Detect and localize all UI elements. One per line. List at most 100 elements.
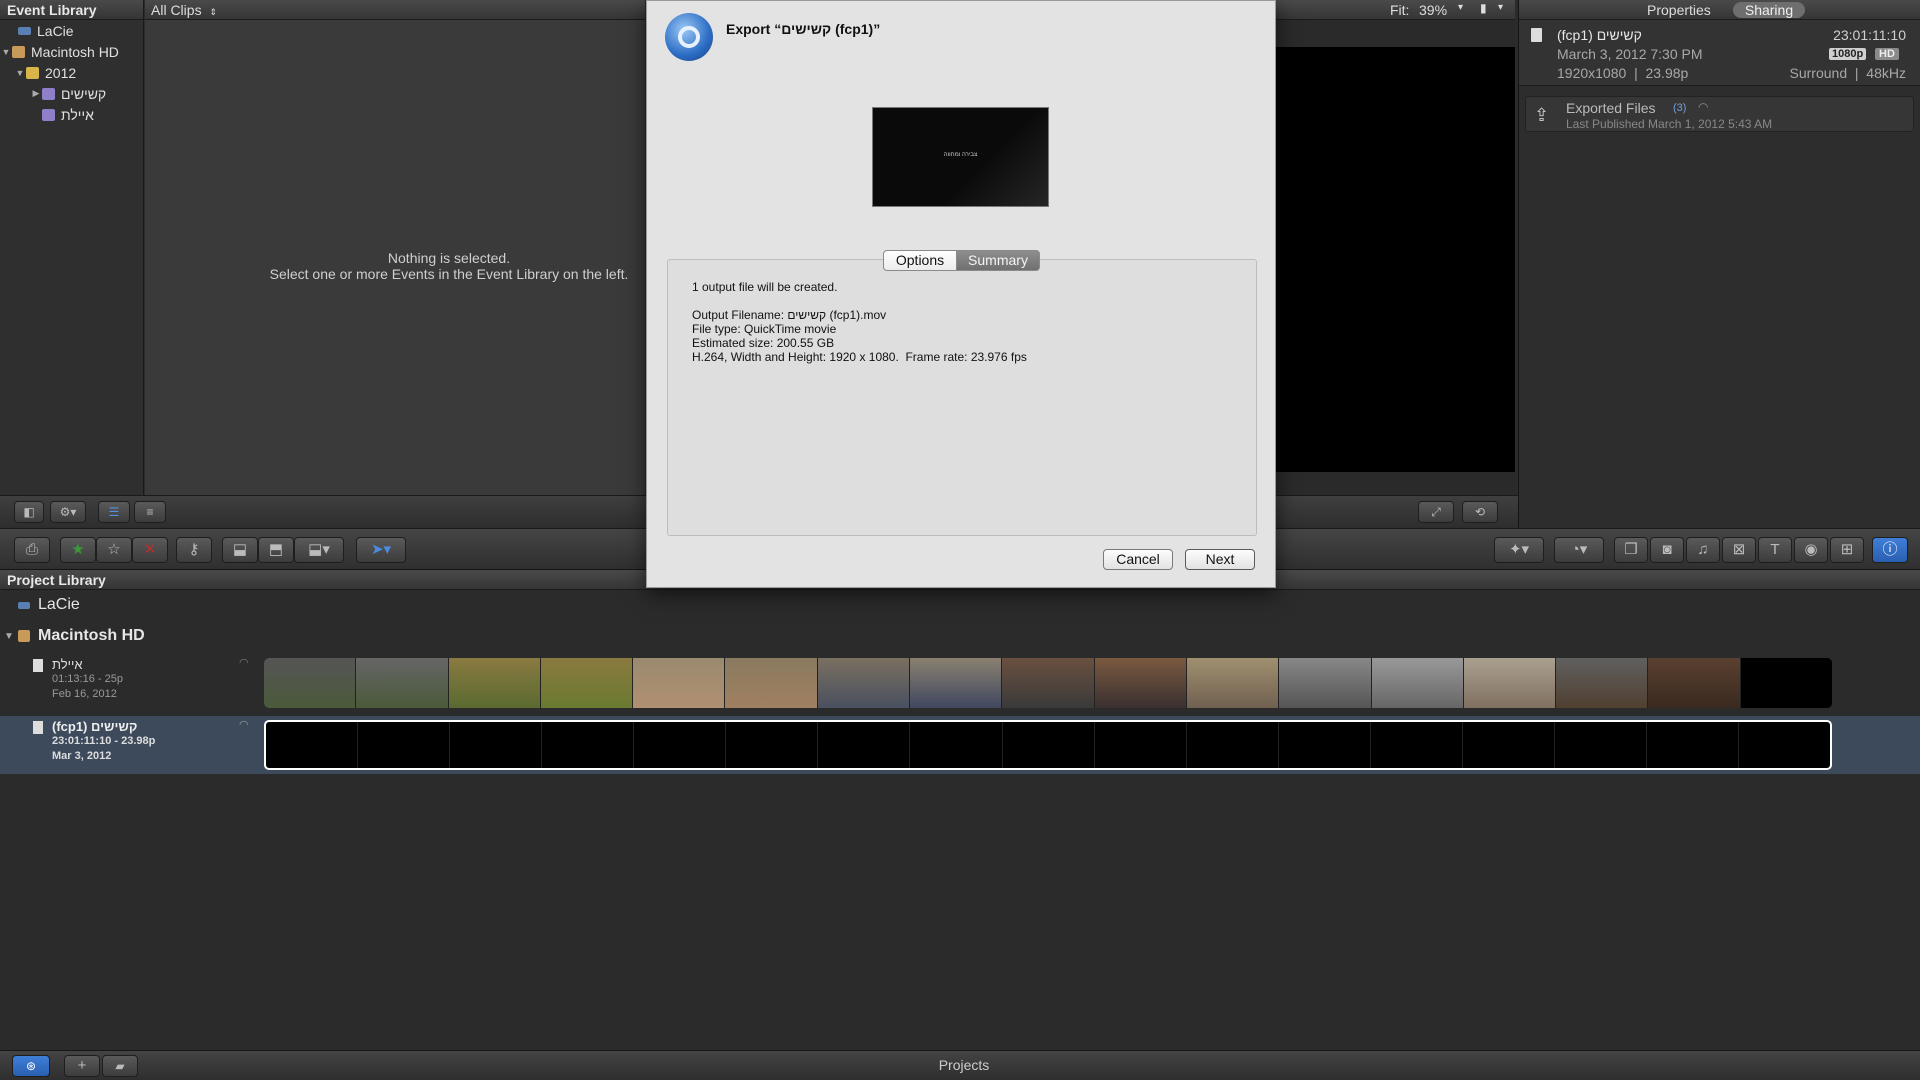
project-drive-lacie[interactable]: LaCie	[18, 596, 80, 614]
clip-filter-dropdown[interactable]: All Clips	[151, 2, 202, 18]
broadcast-icon: ◠	[239, 719, 249, 731]
filmstrip-view-button[interactable]: ☰	[98, 501, 130, 523]
viewer-header: Fit: 39% ▾ ▮ ▾	[1270, 0, 1515, 20]
chevron-updown-icon: ⇕	[209, 7, 218, 17]
project-filmstrip[interactable]	[264, 720, 1832, 770]
connect-clip-button[interactable]: ⬓	[222, 537, 258, 563]
title-t-icon: T	[1770, 541, 1780, 558]
photo-browser-button[interactable]: ◙	[1650, 537, 1684, 563]
append-clip-button[interactable]: ⬓▾	[294, 537, 344, 563]
titles-browser-button[interactable]: T	[1758, 537, 1792, 563]
transition-icon: ⊠	[1732, 541, 1746, 558]
disclosure-open-icon[interactable]: ▼	[0, 47, 12, 57]
summary-box: 1 output file will be created. Output Fi…	[667, 259, 1257, 536]
unrate-button[interactable]: ☆	[96, 537, 132, 563]
disclosure-closed-icon[interactable]: ▶	[30, 88, 42, 99]
hd-badge: HD	[1875, 48, 1899, 60]
disclosure-open-icon[interactable]: ▼	[14, 68, 26, 78]
favorite-button[interactable]: ★	[60, 537, 96, 563]
project-audio: Surround | 48kHz	[1789, 65, 1906, 81]
filmstrip-frame	[1095, 722, 1187, 768]
external-drive-icon	[18, 601, 30, 609]
inspector-toggle-button[interactable]: ⓘ	[1872, 537, 1908, 563]
event-library-item-2012[interactable]: ▼ 2012	[0, 62, 143, 83]
project-name: איילת	[52, 657, 83, 672]
event-library-item-event-1[interactable]: ▶ קשישים	[0, 83, 143, 104]
star-outline-icon: ☆	[107, 541, 121, 558]
filmstrip-frame	[1279, 658, 1372, 708]
exported-files-row[interactable]: ⇪ Exported Files (3) ◠ Last Published Ma…	[1525, 96, 1914, 132]
filmstrip-frame	[540, 658, 634, 708]
zoom-level-dropdown[interactable]: 39%	[1419, 2, 1447, 18]
document-icon	[1531, 28, 1542, 42]
filmstrip-frame	[1740, 658, 1832, 708]
tab-summary[interactable]: Summary	[956, 250, 1040, 271]
project-name: (fcp1) קשישים	[52, 719, 138, 734]
append-icon: ⬓▾	[308, 541, 330, 558]
expand-icon: ⤢	[1431, 505, 1441, 519]
list-icon: ≡	[146, 505, 154, 519]
audio-level-icon[interactable]: ▮	[1480, 1, 1487, 15]
event-library-item-event-2[interactable]: איילת	[0, 104, 143, 125]
projects-label: Projects	[938, 1057, 990, 1073]
filmstrip-frame	[1463, 722, 1555, 768]
project-row-selected[interactable]: (fcp1) קשישים 23:01:11:10 - 23.98p Mar 3…	[0, 716, 1920, 774]
connect-icon: ⬓	[232, 541, 248, 558]
event-library-item-label: 2012	[45, 64, 77, 81]
transitions-browser-button[interactable]: ⊠	[1722, 537, 1756, 563]
project-drive-macintosh-hd[interactable]: ▼ Macintosh HD	[4, 627, 145, 645]
project-date: Mar 3, 2012	[52, 750, 112, 762]
retime-button[interactable]: ◔▾	[1554, 537, 1604, 563]
enhancements-button[interactable]: ✦▾	[1494, 537, 1544, 563]
share-icon: ⇪	[1534, 105, 1550, 125]
event-star-icon	[42, 108, 55, 121]
music-browser-button[interactable]: ♫	[1686, 537, 1720, 563]
dialog-title: Export “קשישים (fcp1)”	[726, 21, 881, 37]
list-view-button[interactable]: ≡	[134, 501, 166, 523]
filmstrip-frame	[818, 722, 911, 768]
project-filmstrip[interactable]	[264, 658, 1832, 708]
reject-button[interactable]: ✕	[132, 537, 168, 563]
filmstrip-frame	[264, 658, 357, 708]
effects-browser-button[interactable]: ❐	[1614, 537, 1648, 563]
event-browser: All Clips ⇕ Nothing is selected. Select …	[145, 0, 645, 495]
sidebar-toggle-button[interactable]: ◧	[14, 501, 44, 523]
external-drive-icon	[18, 26, 31, 35]
disclosure-open-icon[interactable]: ▼	[4, 631, 18, 642]
music-note-icon: ♫	[1697, 541, 1709, 558]
summary-line: Output Filename: קשישים (fcp1).mov	[692, 308, 887, 322]
gear-menu-button[interactable]: ⚙▾	[50, 501, 86, 523]
next-button[interactable]: Next	[1185, 549, 1255, 570]
project-row[interactable]: איילת 01:13:16 - 25p Feb 16, 2012 ◠	[0, 654, 1920, 712]
generators-browser-button[interactable]: ◉	[1794, 537, 1828, 563]
filmstrip-frame	[1187, 722, 1279, 768]
summary-line: File type: QuickTime movie	[692, 322, 837, 336]
loop-button[interactable]: ⟲	[1462, 501, 1498, 523]
event-library-item-lacie[interactable]: LaCie	[0, 20, 143, 41]
tab-sharing[interactable]: Sharing	[1733, 2, 1805, 18]
filmstrip-frame	[1739, 722, 1830, 768]
export-preview-thumbnail: צבירה ומחווה	[872, 107, 1049, 207]
cancel-button[interactable]: Cancel	[1103, 549, 1173, 570]
calendar-folder-icon	[26, 66, 39, 79]
summary-line: H.264, Width and Height: 1920 x 1080. Fr…	[692, 350, 1027, 364]
summary-line	[692, 294, 1027, 308]
event-star-icon	[42, 87, 55, 100]
tab-properties[interactable]: Properties	[1647, 2, 1711, 18]
project-format: 1920x1080 | 23.98p	[1557, 65, 1689, 81]
themes-browser-button[interactable]: ⊞	[1830, 537, 1864, 563]
event-library-item-label: LaCie	[37, 22, 74, 39]
filmstrip-frame	[356, 658, 449, 708]
import-button[interactable]: ⎙	[14, 537, 50, 563]
event-library-item-label: איילת	[61, 106, 94, 123]
last-published: Last Published March 1, 2012 5:43 AM	[1566, 117, 1773, 131]
project-library-panel: Project Library LaCie ▼ Macintosh HD איי…	[0, 570, 1920, 1050]
select-tool-button[interactable]: ➤▾	[356, 537, 406, 563]
event-library-item-macintosh-hd[interactable]: ▼ Macintosh HD	[0, 41, 143, 62]
chevron-down-icon: ▾	[1458, 2, 1464, 13]
keyword-button[interactable]: ⚷	[176, 537, 212, 563]
event-library-item-label: Macintosh HD	[31, 43, 119, 60]
tab-options[interactable]: Options	[883, 250, 957, 271]
insert-clip-button[interactable]: ⬒	[258, 537, 294, 563]
fullscreen-button[interactable]: ⤢	[1418, 501, 1454, 523]
